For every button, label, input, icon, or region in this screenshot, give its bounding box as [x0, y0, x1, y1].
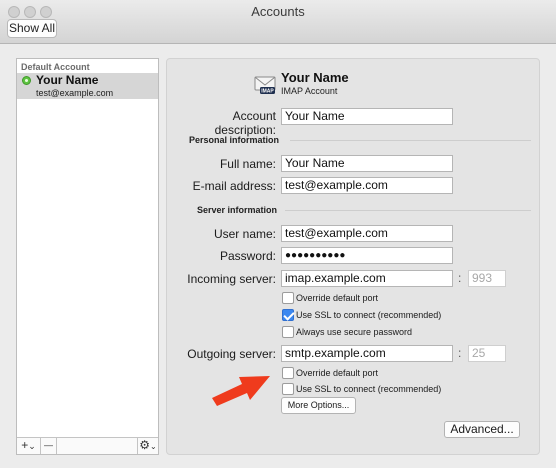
incoming-use-ssl-label: Use SSL to connect (recommended): [296, 310, 442, 320]
chevron-down-icon: ⌄: [28, 441, 36, 451]
add-account-button[interactable]: +⌄: [17, 438, 41, 454]
user-name-label: User name:: [213, 227, 276, 241]
show-all-button[interactable]: Show All: [7, 19, 57, 38]
password-label: Password:: [219, 249, 276, 263]
server-information-header: Server information: [197, 205, 278, 215]
incoming-override-port-label: Override default port: [296, 293, 379, 303]
account-list-toolbar: +⌄ — ⚙⌄: [17, 437, 158, 454]
port-separator: :: [458, 271, 462, 285]
incoming-server-label: Incoming server:: [187, 272, 276, 286]
outgoing-use-ssl-label: Use SSL to connect (recommended): [296, 384, 442, 394]
outgoing-override-port-checkbox[interactable]: [282, 367, 294, 379]
imap-badge-text: IMAP: [261, 89, 274, 95]
incoming-server-field[interactable]: imap.example.com: [281, 270, 453, 287]
incoming-override-port-checkbox[interactable]: [282, 292, 294, 304]
account-list: Default Account Your Name test@example.c…: [16, 58, 159, 455]
incoming-port-field[interactable]: 993: [468, 270, 506, 287]
account-type: IMAP Account: [281, 86, 338, 96]
annotation-arrow-icon: [212, 376, 270, 406]
outgoing-port-field[interactable]: 25: [468, 345, 506, 362]
email-address-field[interactable]: test@example.com: [281, 177, 453, 194]
account-list-email: test@example.com: [36, 88, 114, 98]
section-divider: [285, 210, 531, 211]
secure-password-checkbox[interactable]: [282, 326, 294, 338]
mail-imap-icon: IMAP: [254, 76, 276, 95]
password-field[interactable]: ●●●●●●●●●●: [281, 247, 453, 264]
user-name-field[interactable]: test@example.com: [281, 225, 453, 242]
account-description-field[interactable]: Your Name: [281, 108, 453, 125]
secure-password-label: Always use secure password: [296, 327, 413, 337]
chevron-down-icon: ⌄: [150, 442, 157, 451]
window-titlebar: Accounts Show All: [0, 0, 556, 44]
account-list-name: Your Name: [36, 73, 99, 87]
account-list-item[interactable]: Your Name test@example.com: [17, 73, 158, 99]
outgoing-override-port-label: Override default port: [296, 368, 379, 378]
default-account-header: Default Account: [21, 62, 90, 72]
window-title: Accounts: [251, 4, 305, 19]
email-address-label: E-mail address:: [192, 179, 276, 193]
account-description-label: Account description:: [214, 109, 276, 137]
minus-icon: —: [44, 440, 53, 450]
gear-icon: ⚙: [139, 438, 151, 452]
full-name-field[interactable]: Your Name: [281, 155, 453, 172]
section-divider: [290, 140, 531, 141]
advanced-button[interactable]: Advanced...: [444, 421, 520, 438]
port-separator: :: [458, 346, 462, 360]
status-online-icon: [22, 76, 31, 85]
outgoing-server-field[interactable]: smtp.example.com: [281, 345, 453, 362]
personal-information-header: Personal information: [189, 135, 280, 145]
more-options-button[interactable]: More Options...: [281, 397, 356, 414]
incoming-use-ssl-checkbox[interactable]: [282, 309, 294, 321]
account-title: Your Name: [281, 70, 349, 85]
remove-account-button[interactable]: —: [41, 438, 57, 454]
outgoing-use-ssl-checkbox[interactable]: [282, 383, 294, 395]
account-actions-button[interactable]: ⚙⌄: [137, 438, 158, 454]
full-name-label: Full name:: [219, 157, 276, 171]
outgoing-server-label: Outgoing server:: [187, 347, 276, 361]
